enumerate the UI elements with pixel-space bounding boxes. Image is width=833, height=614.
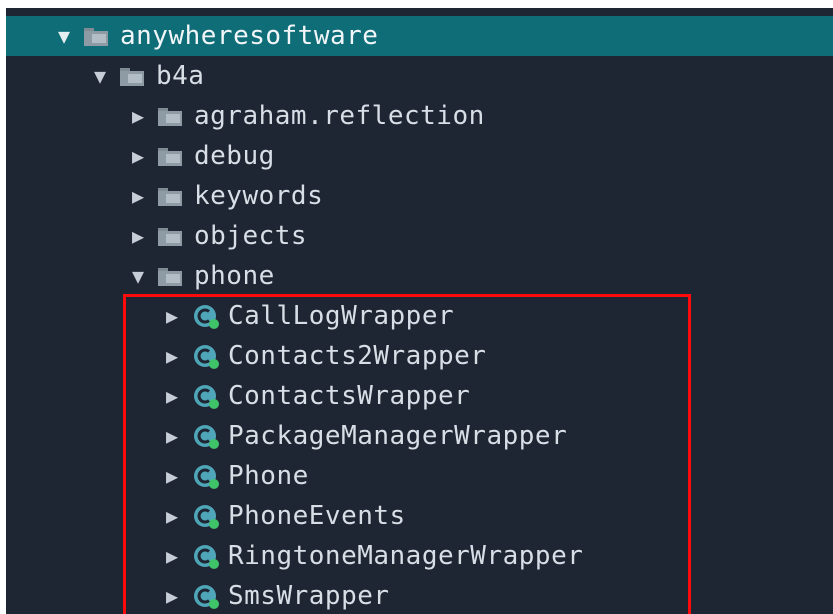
expand-arrow-right-icon[interactable]: ▶ (158, 386, 186, 406)
tree-node-label: ContactsWrapper (228, 381, 471, 411)
tree-node-label: phone (194, 261, 275, 291)
project-tree-panel: ▼ anywheresoftware ▼ b4a ▶ agraham.refle… (6, 8, 833, 614)
tree-node-class[interactable]: ▶ Contacts2Wrapper (6, 336, 833, 376)
expand-arrow-right-icon[interactable]: ▶ (158, 466, 186, 486)
expand-arrow-right-icon[interactable]: ▶ (158, 346, 186, 366)
folder-icon (156, 183, 186, 209)
folder-icon (82, 23, 112, 49)
tree-node-package[interactable]: ▶ keywords (6, 176, 833, 216)
tree-node-label: Contacts2Wrapper (228, 341, 487, 371)
tree-node-class[interactable]: ▶ PackageManagerWrapper (6, 416, 833, 456)
class-icon (192, 501, 222, 531)
class-icon (192, 461, 222, 491)
folder-icon (156, 223, 186, 249)
tree-node-class[interactable]: ▶ CallLogWrapper (6, 296, 833, 336)
expand-arrow-down-icon[interactable]: ▼ (86, 66, 114, 86)
class-icon (192, 301, 222, 331)
class-icon (192, 581, 222, 611)
tree-node-label: agraham.reflection (194, 101, 485, 131)
folder-icon (156, 103, 186, 129)
expand-arrow-right-icon[interactable]: ▶ (124, 186, 152, 206)
tree-node-label: RingtoneManagerWrapper (228, 541, 584, 571)
tree-node-label: CallLogWrapper (228, 301, 455, 331)
class-icon (192, 381, 222, 411)
folder-icon (156, 263, 186, 289)
expand-arrow-right-icon[interactable]: ▶ (158, 586, 186, 606)
tree-node-phone[interactable]: ▼ phone (6, 256, 833, 296)
tree-node-class[interactable]: ▶ Phone (6, 456, 833, 496)
expand-arrow-right-icon[interactable]: ▶ (124, 146, 152, 166)
tree-node-label: anywheresoftware (120, 21, 379, 51)
tree-node-class[interactable]: ▶ RingtoneManagerWrapper (6, 536, 833, 576)
class-icon (192, 541, 222, 571)
folder-icon (118, 63, 148, 89)
tree-node-label: SmsWrapper (228, 581, 390, 611)
tree-node-label: Phone (228, 461, 309, 491)
expand-arrow-down-icon[interactable]: ▼ (124, 266, 152, 286)
tree-node-class[interactable]: ▶ PhoneEvents (6, 496, 833, 536)
expand-arrow-right-icon[interactable]: ▶ (124, 226, 152, 246)
expand-arrow-right-icon[interactable]: ▶ (158, 306, 186, 326)
expand-arrow-right-icon[interactable]: ▶ (124, 106, 152, 126)
tree-node-label: debug (194, 141, 275, 171)
tree-node-package[interactable]: ▶ objects (6, 216, 833, 256)
tree-node-anywheresoftware[interactable]: ▼ anywheresoftware (6, 16, 833, 56)
class-icon (192, 421, 222, 451)
tree-node-class[interactable]: ▶ SmsWrapper (6, 576, 833, 614)
tree-node-label: keywords (194, 181, 324, 211)
expand-arrow-down-icon[interactable]: ▼ (50, 26, 78, 46)
tree-node-label: objects (194, 221, 308, 251)
class-icon (192, 341, 222, 371)
folder-icon (156, 143, 186, 169)
tree-node-package[interactable]: ▶ debug (6, 136, 833, 176)
expand-arrow-right-icon[interactable]: ▶ (158, 546, 186, 566)
expand-arrow-right-icon[interactable]: ▶ (158, 426, 186, 446)
expand-arrow-right-icon[interactable]: ▶ (158, 506, 186, 526)
tree-node-label: PhoneEvents (228, 501, 406, 531)
tree-node-label: PackageManagerWrapper (228, 421, 568, 451)
tree-node-b4a[interactable]: ▼ b4a (6, 56, 833, 96)
tree-node-label: b4a (156, 61, 205, 91)
tree-node-package[interactable]: ▶ agraham.reflection (6, 96, 833, 136)
tree-node-class[interactable]: ▶ ContactsWrapper (6, 376, 833, 416)
